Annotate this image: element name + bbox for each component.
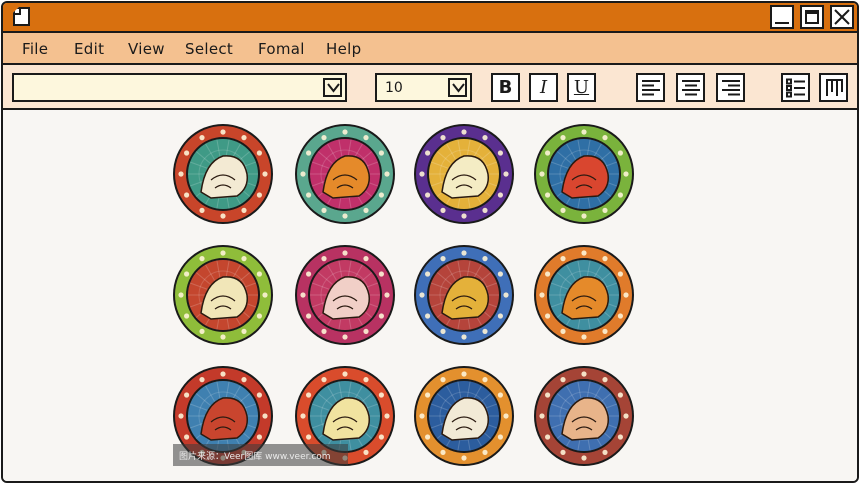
menu-select[interactable]: Select — [185, 40, 233, 58]
align-left-button[interactable] — [636, 73, 665, 102]
italic-button[interactable]: I — [529, 73, 558, 102]
close-icon — [834, 9, 850, 25]
menu-format[interactable]: Fomal — [258, 40, 305, 58]
bulleted-list-icon — [785, 78, 805, 97]
menu-view[interactable]: View — [128, 40, 165, 58]
align-center-button[interactable] — [676, 73, 705, 102]
formatting-toolbar: 10 B I U — [3, 65, 857, 110]
zodiac-aquarius-icon — [412, 364, 516, 468]
align-center-icon — [681, 79, 700, 95]
zodiac-virgo-icon — [293, 243, 397, 347]
chevron-down-icon[interactable] — [323, 78, 342, 97]
close-button[interactable] — [830, 5, 854, 29]
menu-help[interactable]: Help — [326, 40, 361, 58]
menu-edit[interactable]: Edit — [74, 40, 104, 58]
zodiac-gemini-icon — [412, 122, 516, 226]
canvas-area: 图片来源：Veer图库 www.veer.com — [3, 112, 857, 481]
title-bar — [3, 3, 857, 33]
underline-icon: U — [573, 77, 590, 98]
columns-button[interactable] — [819, 73, 848, 102]
zodiac-scorpio-icon — [532, 243, 636, 347]
bulleted-list-button[interactable] — [781, 73, 810, 102]
bold-button[interactable]: B — [491, 73, 520, 102]
bold-icon: B — [498, 77, 513, 98]
app-window: File Edit View Select Fomal Help 10 B I … — [1, 1, 859, 483]
align-right-icon — [721, 79, 740, 95]
zodiac-cancer-icon — [532, 122, 636, 226]
menu-file[interactable]: File — [22, 40, 48, 58]
zodiac-pisces-icon — [532, 364, 636, 468]
underline-button[interactable]: U — [567, 73, 596, 102]
columns-icon — [825, 78, 843, 96]
maximize-button[interactable] — [800, 5, 824, 29]
minimize-button[interactable] — [770, 5, 794, 29]
zodiac-leo-icon — [171, 243, 275, 347]
zodiac-taurus-icon — [293, 122, 397, 226]
italic-icon: I — [539, 77, 548, 98]
font-size-value: 10 — [385, 80, 403, 96]
align-left-icon — [641, 79, 660, 95]
watermark: 图片来源：Veer图库 www.veer.com — [173, 444, 348, 466]
zodiac-aries-icon — [171, 122, 275, 226]
font-size-select[interactable]: 10 — [375, 73, 472, 102]
align-right-button[interactable] — [716, 73, 745, 102]
font-family-select[interactable] — [12, 73, 347, 102]
menu-bar: File Edit View Select Fomal Help — [3, 33, 857, 65]
chevron-down-icon[interactable] — [448, 78, 467, 97]
zodiac-libra-icon — [412, 243, 516, 347]
